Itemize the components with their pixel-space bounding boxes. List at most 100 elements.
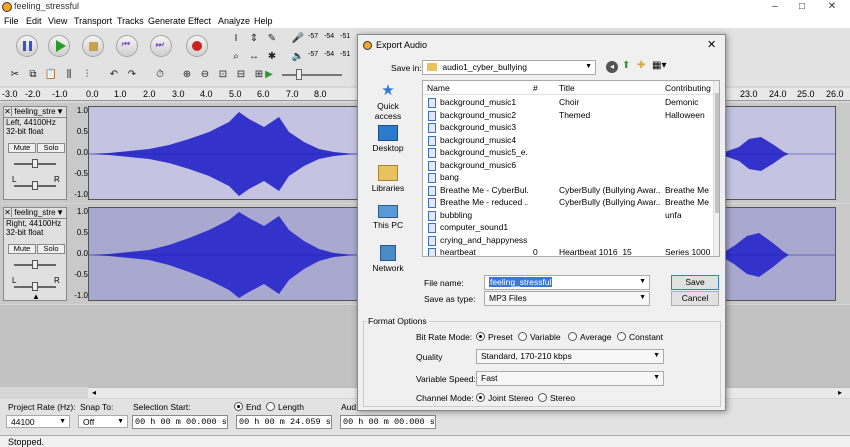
snap-to-select[interactable]: Off ▼ <box>78 415 128 428</box>
menu-view[interactable]: View <box>48 16 67 26</box>
selection-tool-icon[interactable]: I <box>229 32 243 46</box>
track-control-panel[interactable]: ✕ feeling_stre ▼ Right, 44100Hz 32-bit f… <box>3 207 67 301</box>
channel-stereo-radio[interactable]: Stereo <box>538 393 575 403</box>
timeshift-tool-icon[interactable]: ↔ <box>247 50 261 64</box>
menu-analyze[interactable]: Analyze <box>218 16 250 26</box>
maximize-button[interactable]: □ <box>792 1 812 12</box>
channel-joint-stereo-radio[interactable]: Joint Stereo <box>476 393 533 403</box>
menu-help[interactable]: Help <box>254 16 273 26</box>
track-control-panel[interactable]: ✕ feeling_stre ▼ Left, 44100Hz 32-bit fl… <box>3 106 67 200</box>
record-button[interactable] <box>186 35 208 57</box>
menu-effect[interactable]: Effect <box>188 16 211 26</box>
sidebar-network[interactable]: Network <box>365 245 411 273</box>
skip-start-button[interactable]: ⏮ <box>116 35 138 57</box>
mute-button[interactable]: Mute <box>8 143 36 153</box>
multi-tool-icon[interactable]: ✱ <box>265 50 279 64</box>
track-menu-arrow-icon[interactable]: ▼ <box>56 107 64 116</box>
file-row[interactable]: bang <box>423 172 713 185</box>
length-radio[interactable]: Length <box>266 402 304 412</box>
solo-button[interactable]: Solo <box>37 244 65 254</box>
track-name-menu[interactable]: feeling_stre <box>14 107 55 116</box>
file-row[interactable]: background_music5_e... <box>423 147 713 160</box>
sidebar-libraries[interactable]: Libraries <box>365 165 411 193</box>
sidebar-this-pc[interactable]: This PC <box>365 205 411 230</box>
view-menu-icon[interactable]: ▦▾ <box>652 60 666 71</box>
silence-icon[interactable]: ⫶ <box>80 68 94 82</box>
fit-project-icon[interactable]: ⊟ <box>234 68 248 82</box>
dialog-close-icon[interactable]: ✕ <box>707 38 716 51</box>
record-meter[interactable]: -57 -54 -51 <box>308 33 358 45</box>
close-track-icon[interactable]: ✕ <box>4 107 12 116</box>
minimize-button[interactable]: – <box>765 1 785 12</box>
project-rate-select[interactable]: 44100 ▼ <box>6 415 70 428</box>
menu-generate[interactable]: Generate <box>148 16 186 26</box>
mute-button[interactable]: Mute <box>8 244 36 254</box>
file-list[interactable]: Name ⌃ # Title Contributing background_m… <box>422 80 720 257</box>
file-row[interactable]: Breathe Me - CyberBul... CyberBully (Bull… <box>423 185 713 198</box>
file-row[interactable]: background_music3 <box>423 122 713 135</box>
bitrate-average-radio[interactable]: Average <box>568 332 612 342</box>
scroll-left-icon[interactable]: ◂ <box>92 388 96 397</box>
pan-thumb[interactable] <box>32 181 38 190</box>
solo-button[interactable]: Solo <box>37 143 65 153</box>
bitrate-variable-radio[interactable]: Variable <box>518 332 561 342</box>
file-name-input[interactable]: feeling_stressful ▼ <box>484 275 650 290</box>
file-row[interactable]: bubbling unfa <box>423 210 713 223</box>
menu-tracks[interactable]: Tracks <box>117 16 144 26</box>
column-name[interactable]: Name <box>427 83 450 93</box>
quality-select[interactable]: Standard, 170-210 kbps ▼ <box>476 349 664 364</box>
up-folder-icon[interactable]: ⬆ <box>622 60 630 71</box>
file-row[interactable]: computer_sound1 <box>423 222 713 235</box>
end-radio[interactable]: End <box>234 402 261 412</box>
end-radio-dot[interactable] <box>234 402 243 411</box>
radio-dot[interactable] <box>476 393 485 402</box>
menu-transport[interactable]: Transport <box>74 16 112 26</box>
close-track-icon[interactable]: ✕ <box>4 208 12 217</box>
zoom-out-icon[interactable]: ⊖ <box>198 68 212 82</box>
zoom-tool-icon[interactable]: ⌕ <box>229 50 243 64</box>
sync-lock-icon[interactable]: ⏱ <box>153 68 167 82</box>
column-contributing[interactable]: Contributing <box>665 83 711 93</box>
close-button[interactable]: ✕ <box>822 1 842 12</box>
save-as-type-select[interactable]: MP3 Files ▼ <box>484 291 650 306</box>
collapse-track-icon[interactable]: ▲ <box>32 292 40 301</box>
trim-icon[interactable]: ⫼ <box>62 68 76 82</box>
radio-dot[interactable] <box>617 332 626 341</box>
file-row[interactable]: background_music2 Themed Halloween <box>423 110 713 123</box>
new-folder-icon[interactable]: ✚ <box>637 60 645 71</box>
file-list-scrollbar[interactable] <box>713 81 719 256</box>
column-number[interactable]: # <box>533 83 538 93</box>
gain-thumb[interactable] <box>32 260 38 269</box>
variable-speed-select[interactable]: Fast ▼ <box>476 371 664 386</box>
cancel-button[interactable]: Cancel <box>671 291 719 306</box>
play-speed-thumb[interactable] <box>296 69 302 80</box>
save-in-select[interactable]: audio1_cyber_bullying ▼ <box>422 60 596 75</box>
playback-meter[interactable]: -57 -54 -51 <box>308 51 358 63</box>
back-icon[interactable]: ◂ <box>606 61 618 73</box>
bitrate-preset-radio[interactable]: Preset <box>476 332 513 342</box>
cut-icon[interactable]: ✂ <box>8 68 22 82</box>
pan-thumb[interactable] <box>32 282 38 291</box>
draw-tool-icon[interactable]: ✎ <box>265 32 279 46</box>
save-button[interactable]: Save <box>671 275 719 290</box>
bitrate-constant-radio[interactable]: Constant <box>617 332 663 342</box>
scrollbar-thumb[interactable] <box>715 93 719 213</box>
paste-icon[interactable]: 📋 <box>44 68 58 82</box>
radio-dot[interactable] <box>476 332 485 341</box>
play-speed-slider[interactable] <box>282 74 342 76</box>
menu-edit[interactable]: Edit <box>26 16 42 26</box>
skip-end-button[interactable]: ⏭ <box>150 35 172 57</box>
envelope-tool-icon[interactable]: ⇕ <box>247 32 261 46</box>
fit-selection-icon[interactable]: ⊡ <box>216 68 230 82</box>
length-radio-dot[interactable] <box>266 402 275 411</box>
track-menu-arrow-icon[interactable]: ▼ <box>56 208 64 217</box>
play-at-speed-icon[interactable]: ▶ <box>262 68 276 82</box>
scroll-right-icon[interactable]: ▸ <box>838 388 842 397</box>
zoom-in-icon[interactable]: ⊕ <box>180 68 194 82</box>
file-row[interactable]: background_music4 <box>423 135 713 148</box>
radio-dot[interactable] <box>518 332 527 341</box>
menu-file[interactable]: File <box>4 16 19 26</box>
play-button[interactable] <box>48 35 70 57</box>
column-title[interactable]: Title <box>559 83 575 93</box>
radio-dot[interactable] <box>538 393 547 402</box>
